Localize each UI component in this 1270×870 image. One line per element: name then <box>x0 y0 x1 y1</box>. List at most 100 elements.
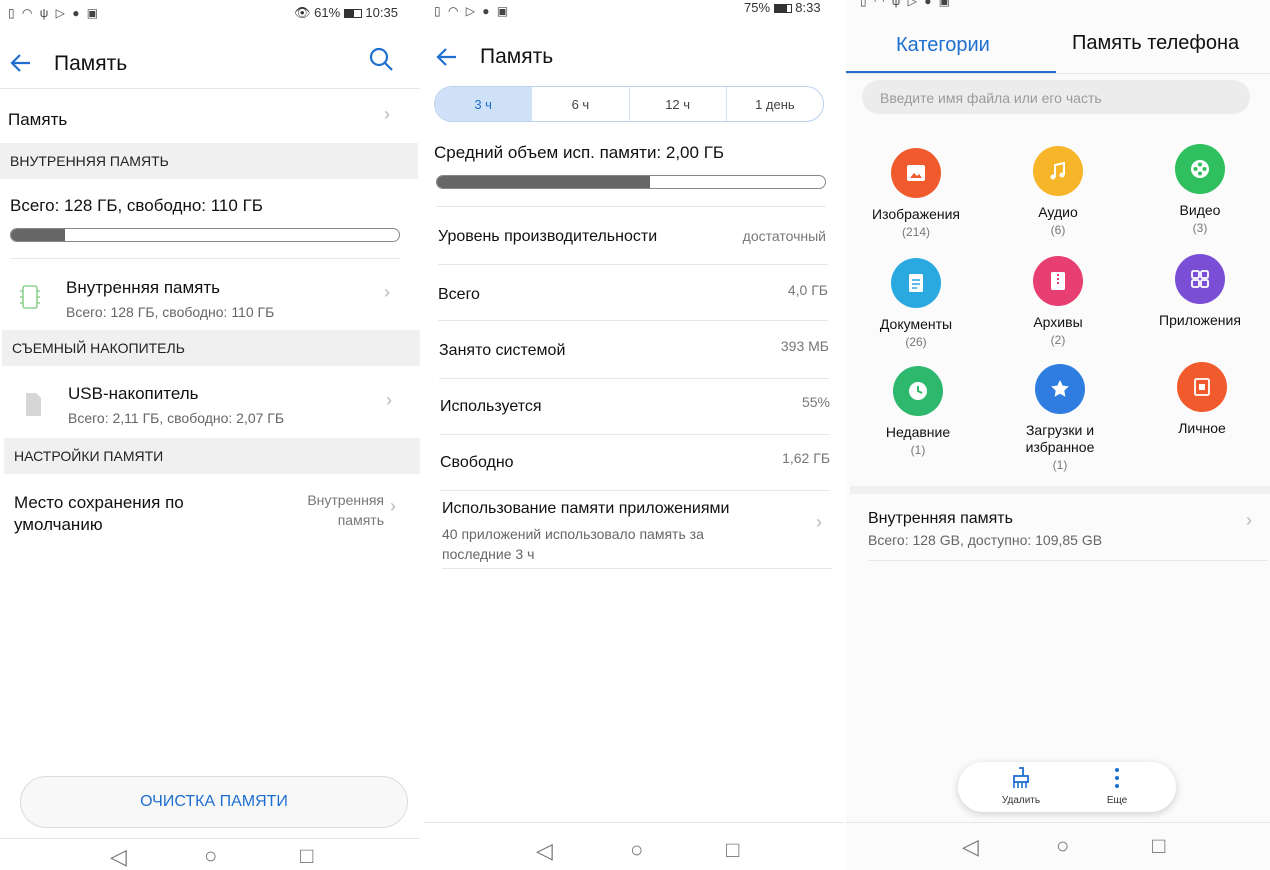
category-recent[interactable]: Недавние (1) <box>848 366 988 457</box>
status-time: 8:33 <box>795 0 821 15</box>
archive-icon <box>1033 256 1083 306</box>
nav-back-button[interactable]: ◁ <box>536 838 553 864</box>
file-manager-screen: ▯ ◠ ψ ▷ ● ▣ Категории Память телефона Вв… <box>846 0 1270 870</box>
category-private[interactable]: Личное <box>1132 362 1270 439</box>
nav-back-button[interactable]: ◁ <box>962 834 979 860</box>
divider <box>10 258 400 259</box>
divider <box>440 490 830 491</box>
chevron-right-icon: › <box>384 104 390 124</box>
divider <box>868 560 1268 561</box>
section-header-settings: НАСТРОЙКИ ПАМЯТИ <box>4 438 420 474</box>
page-title: Память <box>480 45 554 68</box>
performance-value: достаточный <box>742 228 826 244</box>
status-bar-icons: ▯ ◠ ψ ▷ ● ▣ <box>860 0 953 8</box>
divider <box>0 88 420 89</box>
section-header-removable: СЪЕМНЫЙ НАКОПИТЕЛЬ <box>2 330 420 366</box>
category-count: (214) <box>901 225 930 239</box>
average-usage-bar <box>436 175 826 189</box>
app-usage-subtitle-line2: последние 3 ч <box>442 546 535 562</box>
period-segmented-control: 3 ч 6 ч 12 ч 1 день <box>434 86 824 122</box>
period-tab-6h[interactable]: 6 ч <box>532 87 630 121</box>
back-arrow-icon <box>10 54 30 72</box>
delete-button[interactable]: Удалить <box>994 766 1048 806</box>
delete-label: Удалить <box>1001 795 1041 806</box>
nav-divider <box>424 822 844 823</box>
triangle-back-icon: ◁ <box>536 838 553 863</box>
category-label: Личное <box>1178 420 1226 436</box>
default-location-row[interactable]: Место сохранения по умолчанию Внутренняя… <box>0 482 420 546</box>
internal-usage-bar <box>10 228 400 242</box>
back-arrow-icon <box>436 48 456 66</box>
back-button[interactable] <box>434 44 460 75</box>
usb-item-subtitle: Всего: 2,11 ГБ, свободно: 2,07 ГБ <box>68 410 285 426</box>
period-tab-3h[interactable]: 3 ч <box>435 87 533 121</box>
period-tab-12h[interactable]: 12 ч <box>630 87 727 121</box>
circle-home-icon: ○ <box>1056 833 1070 858</box>
more-label: Еще <box>1106 795 1128 806</box>
nav-home-button[interactable]: ○ <box>1056 833 1069 859</box>
nav-divider <box>846 822 1270 823</box>
nav-home-button[interactable]: ○ <box>204 843 217 869</box>
music-icon <box>1033 146 1083 196</box>
category-label: Недавние <box>885 424 951 440</box>
category-downloads-favorites[interactable]: Загрузки и избранное (1) <box>990 364 1130 472</box>
divider <box>438 264 828 265</box>
tab-categories[interactable]: Категории <box>896 34 990 57</box>
status-bar-icons: ▯ ◠ ▷ ● ▣ <box>434 4 511 18</box>
battery-icon <box>343 9 362 19</box>
storage-subtitle: Всего: 128 GB, доступно: 109,85 GB <box>868 532 1103 548</box>
chip-icon <box>20 285 40 309</box>
category-audio[interactable]: Аудио (6) <box>988 146 1128 237</box>
category-video[interactable]: Видео (3) <box>1130 144 1270 235</box>
square-recents-icon: □ <box>726 837 740 862</box>
more-button[interactable]: Еще <box>1094 766 1140 806</box>
system-value: 393 МБ <box>780 338 829 354</box>
chevron-right-icon: › <box>384 282 390 302</box>
usb-storage-item[interactable]: USB-накопитель Всего: 2,11 ГБ, свободно:… <box>0 372 420 432</box>
total-label: Всего <box>438 286 480 303</box>
section-header-internal: ВНУТРЕННЯЯ ПАМЯТЬ <box>0 143 418 179</box>
memory-row[interactable]: Память › <box>0 96 420 142</box>
image-icon <box>891 148 941 198</box>
search-icon <box>369 47 393 71</box>
page-title: Память <box>54 52 128 75</box>
tab-phone-storage[interactable]: Память телефона <box>1072 32 1239 55</box>
category-images[interactable]: Изображения (214) <box>846 148 986 239</box>
back-button[interactable] <box>8 50 34 81</box>
search-field[interactable]: Введите имя файла или его часть <box>862 80 1250 114</box>
square-recents-icon: □ <box>1152 833 1166 858</box>
document-icon <box>891 258 941 308</box>
nav-recents-button[interactable]: □ <box>1152 833 1165 859</box>
bottom-action-bar: Удалить Еще <box>958 762 1176 812</box>
category-count: (26) <box>905 335 927 349</box>
clock-icon <box>893 366 943 416</box>
internal-item-title: Внутренняя память <box>66 278 221 297</box>
free-label: Свободно <box>440 454 514 471</box>
broom-icon <box>1013 767 1029 788</box>
app-usage-subtitle-line1: 40 приложений использовало память за <box>442 526 704 542</box>
ram-screen: ▯ ◠ ▷ ● ▣ 75% 8:33 Память 3 ч 6 ч 12 ч 1… <box>424 0 844 870</box>
internal-memory-item[interactable]: Внутренняя память Всего: 128 ГБ, свободн… <box>0 266 420 326</box>
memory-row-label: Память <box>8 110 68 129</box>
circle-home-icon: ○ <box>630 837 644 862</box>
period-tab-1day[interactable]: 1 день <box>727 87 823 121</box>
nav-home-button[interactable]: ○ <box>630 837 643 863</box>
internal-storage-row[interactable]: Внутренняя память Всего: 128 GB, доступн… <box>850 496 1270 562</box>
default-location-value-line1: Внутренняя <box>307 492 384 508</box>
nav-recents-button[interactable]: □ <box>726 837 739 863</box>
square-recents-icon: □ <box>300 843 314 868</box>
battery-percent: 75% <box>744 0 771 15</box>
category-apps[interactable]: Приложения <box>1130 254 1270 331</box>
app-memory-usage-row[interactable]: Использование памяти приложениями 40 при… <box>442 494 832 570</box>
search-button[interactable] <box>368 46 394 77</box>
clean-memory-button[interactable]: ОЧИСТКА ПАМЯТИ <box>20 776 408 828</box>
nav-back-button[interactable]: ◁ <box>110 844 127 870</box>
internal-item-subtitle: Всего: 128 ГБ, свободно: 110 ГБ <box>66 304 275 320</box>
category-documents[interactable]: Документы (26) <box>846 258 986 349</box>
triangle-back-icon: ◁ <box>962 834 979 859</box>
status-bar-right: 75% 8:33 <box>744 0 821 15</box>
sd-card-icon <box>26 393 41 416</box>
category-label: Видео <box>1179 202 1221 218</box>
nav-recents-button[interactable]: □ <box>300 843 313 869</box>
category-archives[interactable]: Архивы (2) <box>988 256 1128 347</box>
